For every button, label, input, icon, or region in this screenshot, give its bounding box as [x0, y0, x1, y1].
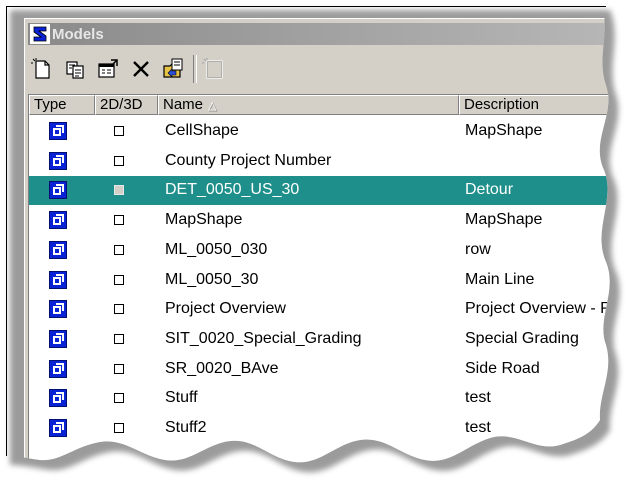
column-header-label: Type [34, 96, 67, 113]
dimension-2d-icon [114, 156, 124, 166]
model-description: test [465, 419, 491, 436]
design-model-icon [49, 152, 67, 170]
folder-import-icon [162, 57, 186, 81]
dimension-2d-icon [114, 364, 124, 374]
type-cell [49, 271, 67, 289]
table-row[interactable]: DET_0050_US_30 Detour [29, 176, 632, 205]
list-header: Type 2D/3D Name △ Description [29, 95, 632, 117]
column-header-label: Name [163, 96, 204, 113]
design-model-icon [49, 389, 67, 407]
delete-button[interactable] [127, 55, 155, 83]
design-model-icon [49, 360, 67, 378]
type-cell [49, 152, 67, 170]
model-name: ML_0050_30 [165, 270, 259, 288]
dimension-2d-icon [114, 185, 124, 195]
frame-border-left [6, 6, 7, 456]
design-model-icon [49, 330, 67, 348]
column-header-label: Description [464, 96, 540, 113]
table-row[interactable]: SIT_0020_Special_Grading Special Grading [29, 325, 632, 354]
dimension-2d-icon [114, 423, 124, 433]
table-row[interactable]: ML_0050_30 Main Line [29, 266, 632, 295]
models-dialog: Models Type 2D/3D Name △ Description Cel… [24, 18, 632, 499]
model-name: DET_0050_US_30 [165, 181, 300, 199]
model-name: SR_0020_BAve [165, 359, 279, 377]
model-name: Stuff [165, 389, 198, 407]
title-bar[interactable]: Models [28, 23, 632, 45]
frame-border-top [6, 6, 606, 7]
column-header-name[interactable]: Name △ [158, 95, 459, 115]
dimension-2d-icon [114, 215, 124, 225]
properties-icon [96, 57, 120, 81]
dimension-2d-icon [114, 126, 124, 136]
window-title: Models [52, 25, 104, 43]
type-cell [49, 330, 67, 348]
design-model-icon [49, 241, 67, 259]
model-name: Project Overview [165, 300, 286, 318]
dimension-2d-icon [114, 245, 124, 255]
table-row[interactable]: ML_0050_030 row [29, 236, 632, 265]
model-name: Stuff2 [165, 419, 207, 436]
model-name: MapShape [165, 211, 243, 229]
model-description: Detour [465, 181, 514, 199]
model-description: test [465, 389, 491, 407]
model-description: row [465, 240, 491, 258]
type-cell [49, 360, 67, 378]
type-cell [49, 122, 67, 140]
type-cell [49, 211, 67, 229]
sort-ascending-icon: △ [208, 100, 217, 112]
model-description: Side Road [465, 359, 540, 377]
column-header-dimension[interactable]: 2D/3D [95, 95, 158, 115]
model-name: County Project Number [165, 151, 332, 169]
design-model-icon [49, 419, 67, 437]
type-cell [49, 181, 67, 199]
torn-paper: Models Type 2D/3D Name △ Description Cel… [0, 0, 632, 493]
model-description: Main Line [465, 270, 535, 288]
model-description: Project Overview - P [465, 300, 611, 318]
model-name: SIT_0020_Special_Grading [165, 329, 362, 347]
copy-icon [63, 57, 87, 81]
model-name: CellShape [165, 122, 239, 139]
type-cell [49, 419, 67, 437]
table-row[interactable]: Project Overview Project Overview - P [29, 295, 632, 324]
table-row[interactable]: County Project Number [29, 147, 632, 176]
dimension-2d-icon [114, 393, 124, 403]
design-model-icon [49, 181, 67, 199]
model-description: Special Grading [465, 329, 579, 347]
toolbar-separator [193, 55, 197, 83]
import-button[interactable] [160, 55, 188, 83]
type-cell [49, 241, 67, 259]
model-description: MapShape [465, 122, 543, 139]
properties-button[interactable] [94, 55, 122, 83]
design-model-icon [49, 122, 67, 140]
design-model-icon [49, 300, 67, 318]
table-row[interactable]: Stuff2 test [29, 414, 632, 443]
copy-model-button[interactable] [61, 55, 89, 83]
model-description: MapShape [465, 211, 543, 229]
table-row[interactable]: MapShape MapShape [29, 206, 632, 235]
models-list[interactable]: Type 2D/3D Name △ Description CellShape Ma… [28, 94, 632, 495]
column-header-description[interactable]: Description [459, 95, 632, 115]
dimension-2d-icon [114, 304, 124, 314]
model-name: ML_0050_030 [165, 240, 268, 258]
table-row[interactable]: CellShape MapShape [29, 117, 632, 146]
new-model-button[interactable] [28, 55, 56, 83]
column-header-type[interactable]: Type [29, 95, 95, 115]
dimension-2d-icon [114, 275, 124, 285]
table-row[interactable]: Stuff test [29, 384, 632, 413]
screenshot-scene: Models Type 2D/3D Name △ Description Cel… [0, 0, 632, 493]
delete-x-icon [129, 57, 153, 81]
create-sheet-button[interactable] [199, 55, 227, 83]
type-cell [49, 300, 67, 318]
toolbar [28, 49, 632, 89]
sheet-icon [201, 57, 225, 81]
table-row[interactable]: SR_0020_BAve Side Road [29, 355, 632, 384]
new-document-icon [30, 57, 54, 81]
column-header-label: 2D/3D [100, 96, 143, 113]
type-cell [49, 389, 67, 407]
microstation-logo-icon [30, 24, 50, 44]
design-model-icon [49, 271, 67, 289]
dimension-2d-icon [114, 334, 124, 344]
design-model-icon [49, 211, 67, 229]
